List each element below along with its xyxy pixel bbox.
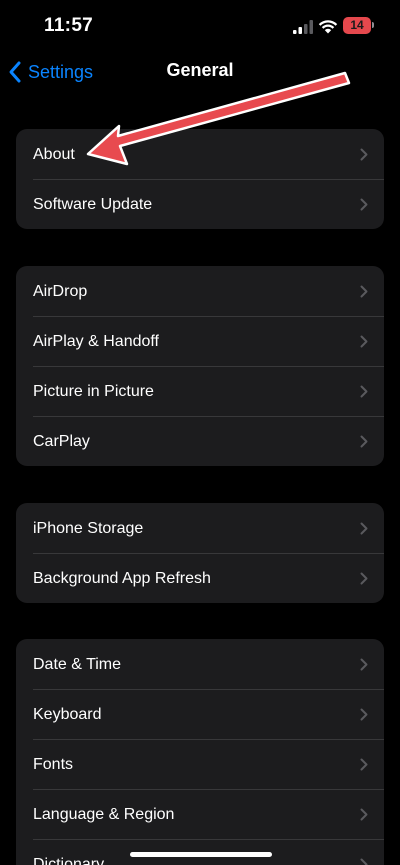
chevron-right-icon bbox=[360, 758, 368, 771]
chevron-left-icon bbox=[9, 61, 21, 83]
row-label: CarPlay bbox=[33, 433, 90, 450]
row-label: Picture in Picture bbox=[33, 383, 154, 400]
settings-group-storage: iPhone Storage Background App Refresh bbox=[16, 503, 384, 603]
row-label: AirPlay & Handoff bbox=[33, 333, 159, 350]
row-picture-in-picture[interactable]: Picture in Picture bbox=[16, 366, 384, 416]
row-label: Keyboard bbox=[33, 706, 102, 723]
settings-group-connectivity: AirDrop AirPlay & Handoff Picture in Pic… bbox=[16, 266, 384, 466]
settings-general-screen: 11:57 14 Settings General About Software… bbox=[0, 0, 400, 865]
chevron-right-icon bbox=[360, 335, 368, 348]
row-label: iPhone Storage bbox=[33, 520, 144, 537]
settings-group-about: About Software Update bbox=[16, 129, 384, 229]
row-about[interactable]: About bbox=[16, 129, 384, 179]
wifi-icon bbox=[318, 20, 338, 34]
battery-indicator: 14 bbox=[343, 17, 371, 34]
row-airdrop[interactable]: AirDrop bbox=[16, 266, 384, 316]
row-label: Language & Region bbox=[33, 806, 175, 823]
cellular-signal-icon bbox=[293, 20, 313, 34]
back-button[interactable]: Settings bbox=[8, 58, 93, 86]
chevron-right-icon bbox=[360, 808, 368, 821]
row-carplay[interactable]: CarPlay bbox=[16, 416, 384, 466]
row-label: AirDrop bbox=[33, 283, 88, 300]
row-label: Date & Time bbox=[33, 656, 122, 673]
row-keyboard[interactable]: Keyboard bbox=[16, 689, 384, 739]
row-label: Software Update bbox=[33, 196, 153, 213]
back-button-label: Settings bbox=[28, 61, 94, 82]
chevron-right-icon bbox=[360, 148, 368, 161]
chevron-right-icon bbox=[360, 385, 368, 398]
settings-group-locale: Date & Time Keyboard Fonts Language & Re… bbox=[16, 639, 384, 865]
chevron-right-icon bbox=[360, 572, 368, 585]
chevron-right-icon bbox=[360, 198, 368, 211]
row-language-region[interactable]: Language & Region bbox=[16, 789, 384, 839]
chevron-right-icon bbox=[360, 522, 368, 535]
chevron-right-icon bbox=[360, 708, 368, 721]
row-iphone-storage[interactable]: iPhone Storage bbox=[16, 503, 384, 553]
status-time: 11:57 bbox=[44, 15, 94, 36]
status-bar: 11:57 14 bbox=[0, 0, 400, 52]
row-background-app-refresh[interactable]: Background App Refresh bbox=[16, 553, 384, 603]
row-software-update[interactable]: Software Update bbox=[16, 179, 384, 229]
row-label: Dictionary bbox=[33, 856, 105, 865]
row-fonts[interactable]: Fonts bbox=[16, 739, 384, 789]
chevron-right-icon bbox=[360, 285, 368, 298]
chevron-right-icon bbox=[360, 435, 368, 448]
row-label: Fonts bbox=[33, 756, 74, 773]
battery-nub bbox=[372, 22, 374, 28]
home-indicator[interactable] bbox=[130, 852, 272, 857]
row-airplay-handoff[interactable]: AirPlay & Handoff bbox=[16, 316, 384, 366]
row-label: Background App Refresh bbox=[33, 570, 211, 587]
row-date-time[interactable]: Date & Time bbox=[16, 639, 384, 689]
row-label: About bbox=[33, 146, 75, 163]
chevron-right-icon bbox=[360, 658, 368, 671]
chevron-right-icon bbox=[360, 858, 368, 865]
